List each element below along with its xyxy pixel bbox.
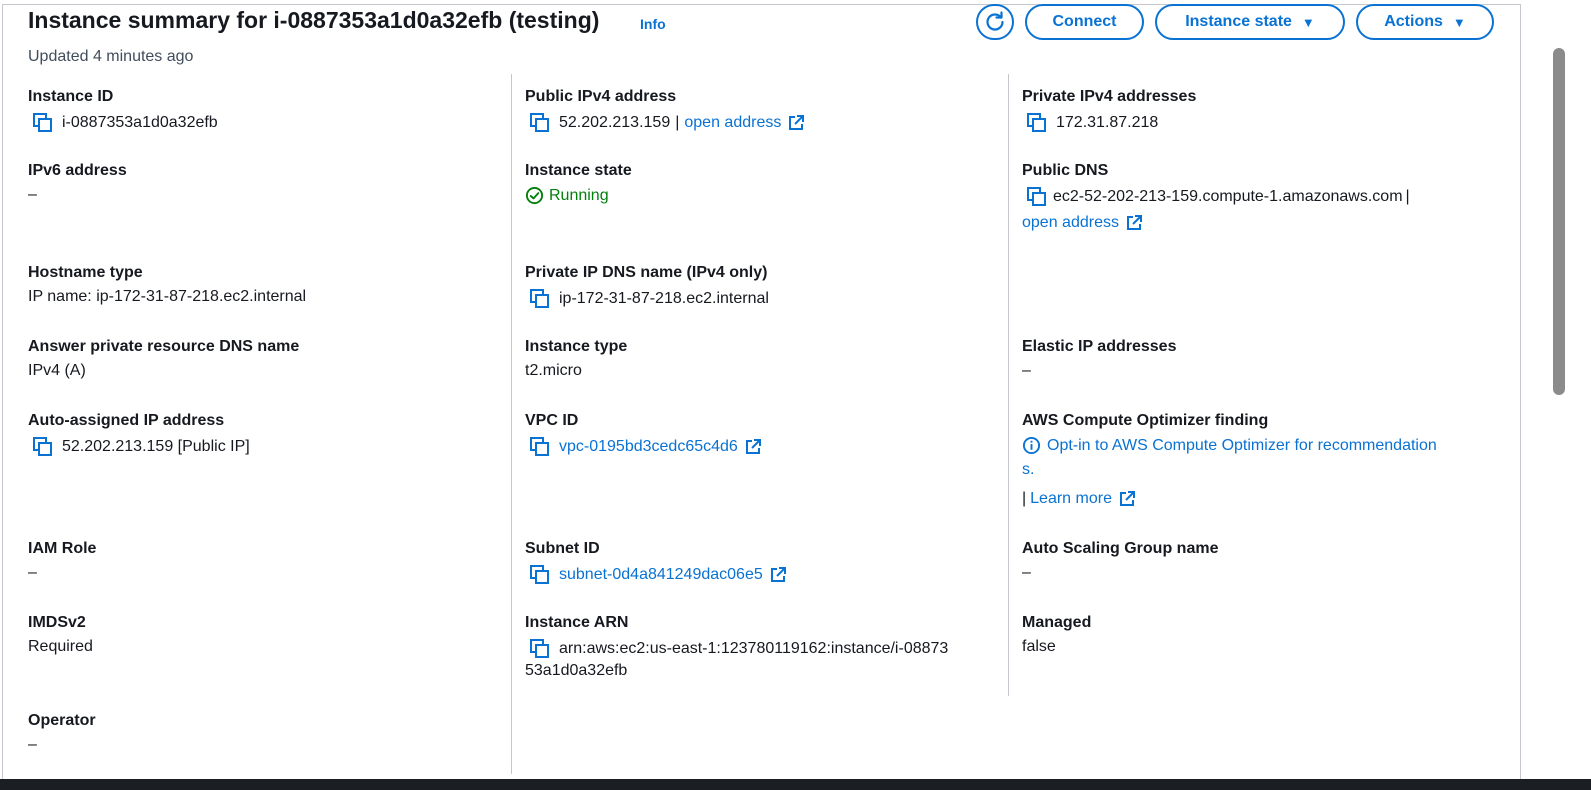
private-ip-dns-label: Private IP DNS name (IPv4 only)	[525, 264, 768, 281]
vpc-id-value: vpc-0195bd3cedc65c4d6	[529, 436, 762, 458]
info-link[interactable]: Info	[640, 16, 666, 32]
instance-state-label: Instance state	[1185, 13, 1292, 30]
public-ipv4-value: 52.202.213.159 | open address	[529, 112, 805, 134]
vpc-id-link[interactable]: vpc-0195bd3cedc65c4d6	[559, 438, 738, 456]
caret-down-icon: ▼	[1301, 14, 1315, 30]
private-ipv4-text: 172.31.87.218	[1056, 114, 1159, 131]
copy-icon[interactable]	[1026, 112, 1048, 134]
auto-assigned-ip-label: Auto-assigned IP address	[28, 412, 225, 429]
external-link-icon[interactable]	[744, 438, 762, 456]
public-dns-open-address: open address	[1022, 214, 1143, 232]
info-icon	[1022, 436, 1041, 455]
subnet-id-label: Subnet ID	[525, 540, 600, 557]
external-link-icon[interactable]	[1125, 214, 1143, 232]
opt-in-link-wrap[interactable]: s.	[1022, 461, 1034, 479]
copy-icon[interactable]	[529, 638, 551, 660]
copy-icon[interactable]	[32, 112, 54, 134]
copy-icon[interactable]	[529, 112, 551, 134]
connect-label: Connect	[1052, 13, 1117, 30]
copy-icon[interactable]	[529, 288, 551, 310]
instance-id-label: Instance ID	[28, 88, 114, 105]
actions-dropdown[interactable]: Actions ▼	[1356, 4, 1494, 40]
refresh-icon	[986, 11, 1004, 31]
private-ipv4-label: Private IPv4 addresses	[1022, 88, 1197, 105]
scrollbar-thumb[interactable]	[1553, 48, 1565, 395]
elastic-ip-value: –	[1022, 362, 1031, 379]
iam-role-value: –	[28, 564, 37, 581]
auto-assigned-ip-value: 52.202.213.159 [Public IP]	[32, 436, 250, 458]
external-link-icon[interactable]	[787, 114, 805, 132]
auto-assigned-ip-text: 52.202.213.159 [Public IP]	[62, 438, 250, 455]
instance-state-dropdown[interactable]: Instance state ▼	[1155, 4, 1345, 40]
asg-name-label: Auto Scaling Group name	[1022, 540, 1219, 557]
instance-arn-text-line2: 53a1d0a32efb	[525, 662, 628, 679]
status-running-text: Running	[549, 186, 609, 204]
asg-name-value: –	[1022, 564, 1031, 581]
iam-role-label: IAM Role	[28, 540, 97, 557]
instance-id-text: i-0887353a1d0a32efb	[62, 114, 218, 131]
elastic-ip-label: Elastic IP addresses	[1022, 338, 1177, 355]
instance-arn-text-line1: arn:aws:ec2:us-east-1:123780119162:insta…	[559, 640, 949, 657]
instance-type-label: Instance type	[525, 338, 628, 355]
operator-label: Operator	[28, 712, 96, 729]
managed-label: Managed	[1022, 614, 1092, 631]
instance-state-value: Running	[525, 186, 609, 205]
instance-state-field-label: Instance state	[525, 162, 632, 179]
copy-icon[interactable]	[529, 436, 551, 458]
answer-private-dns-value: IPv4 (A)	[28, 362, 86, 379]
public-ipv4-label: Public IPv4 address	[525, 88, 677, 105]
instance-arn-label: Instance ARN	[525, 614, 629, 631]
column-divider	[1008, 74, 1009, 696]
instance-type-value: t2.micro	[525, 362, 582, 379]
public-dns-text: ec2-52-202-213-159.compute-1.amazonaws.c…	[1053, 188, 1403, 205]
opt-in-link[interactable]: Opt-in to AWS Compute Optimizer for reco…	[1047, 437, 1437, 455]
separator: |	[1022, 490, 1027, 507]
public-dns-value: ec2-52-202-213-159.compute-1.amazonaws.c…	[1026, 186, 1410, 208]
copy-icon[interactable]	[1026, 186, 1048, 208]
updated-timestamp: Updated 4 minutes ago	[28, 48, 194, 65]
compute-optimizer-label: AWS Compute Optimizer finding	[1022, 412, 1269, 429]
connect-button[interactable]: Connect	[1025, 4, 1144, 40]
refresh-button[interactable]	[976, 4, 1014, 40]
page-title: Instance summary for i-0887353a1d0a32efb…	[28, 7, 600, 33]
subnet-id-link[interactable]: subnet-0d4a841249dac06e5	[559, 566, 763, 584]
status-success-icon	[525, 186, 544, 205]
compute-optimizer-value: Opt-in to AWS Compute Optimizer for reco…	[1022, 436, 1437, 455]
bottom-bar	[0, 779, 1591, 790]
private-ip-dns-value: ip-172-31-87-218.ec2.internal	[529, 288, 769, 310]
operator-value: –	[28, 736, 37, 753]
hostname-type-value: IP name: ip-172-31-87-218.ec2.internal	[28, 288, 307, 305]
private-ip-dns-text: ip-172-31-87-218.ec2.internal	[559, 290, 769, 307]
external-link-icon[interactable]	[1118, 490, 1136, 508]
separator: |	[675, 114, 680, 131]
ipv6-label: IPv6 address	[28, 162, 127, 179]
instance-id-value: i-0887353a1d0a32efb	[32, 112, 218, 134]
public-dns-label: Public DNS	[1022, 162, 1109, 179]
caret-down-icon: ▼	[1452, 14, 1466, 30]
imdsv2-value: Required	[28, 638, 93, 655]
public-ipv4-text: 52.202.213.159	[559, 114, 671, 131]
separator: |	[1405, 188, 1410, 205]
copy-icon[interactable]	[529, 564, 551, 586]
imdsv2-label: IMDSv2	[28, 614, 86, 631]
vpc-id-label: VPC ID	[525, 412, 579, 429]
ipv6-value: –	[28, 186, 37, 203]
copy-icon[interactable]	[32, 436, 54, 458]
managed-value: false	[1022, 638, 1056, 655]
external-link-icon[interactable]	[769, 566, 787, 584]
learn-more-link[interactable]: Learn more	[1030, 490, 1112, 508]
open-address-link[interactable]: open address	[1022, 214, 1119, 232]
instance-arn-value: arn:aws:ec2:us-east-1:123780119162:insta…	[529, 638, 948, 660]
private-ipv4-value: 172.31.87.218	[1026, 112, 1158, 134]
answer-private-dns-label: Answer private resource DNS name	[28, 338, 300, 355]
hostname-type-label: Hostname type	[28, 264, 143, 281]
column-divider	[511, 74, 512, 774]
actions-label: Actions	[1384, 13, 1443, 30]
learn-more-row: | Learn more	[1022, 490, 1136, 508]
open-address-link[interactable]: open address	[684, 114, 781, 132]
subnet-id-value: subnet-0d4a841249dac06e5	[529, 564, 787, 586]
